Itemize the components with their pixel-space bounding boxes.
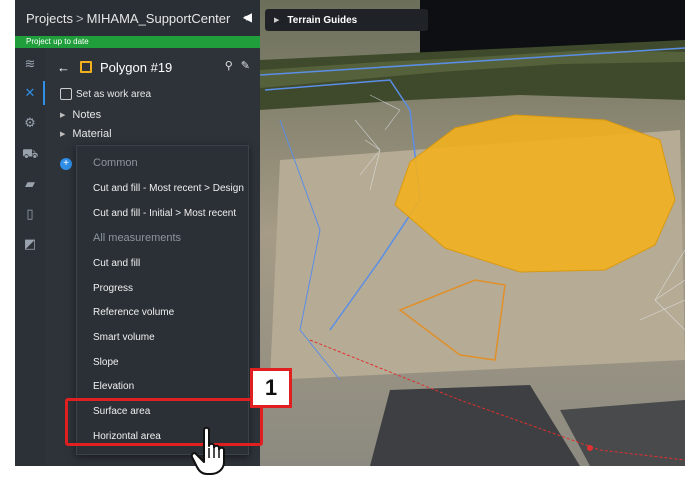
- layers-icon[interactable]: ≋: [22, 56, 38, 72]
- material-label: Material: [72, 128, 112, 140]
- project-header: Projects > MIHAMA_SupportCenter ▼ ◀: [15, 0, 260, 36]
- notes-section[interactable]: ▶ Notes: [60, 109, 101, 121]
- add-measurement-icon[interactable]: +: [60, 158, 72, 170]
- side-rail: ≋ ✕ ⚙ ⛟ ▰ ▯ ◩: [15, 48, 45, 466]
- hand-pointer-icon: [190, 426, 236, 478]
- search-icon[interactable]: ⚲: [225, 59, 233, 72]
- step-number-callout: 1: [250, 368, 292, 408]
- menu-item-cut-and-fill[interactable]: Cut and fill: [93, 258, 140, 269]
- project-name[interactable]: MIHAMA_SupportCenter: [87, 11, 231, 26]
- work-area-option[interactable]: Set as work area: [60, 88, 151, 100]
- menu-group-common: Common: [93, 157, 138, 169]
- measure-tools-icon[interactable]: ✕: [22, 85, 38, 101]
- vehicle-icon[interactable]: ⛟: [22, 146, 38, 162]
- header-tools: ⚲ ✎: [225, 59, 250, 72]
- expand-triangle-icon: ▶: [60, 112, 66, 119]
- folder-icon[interactable]: ▰: [22, 176, 38, 192]
- menu-item-slope[interactable]: Slope: [93, 357, 119, 368]
- menu-group-all: All measurements: [93, 232, 182, 244]
- edit-pencil-icon[interactable]: ✎: [241, 59, 250, 72]
- status-bar: Project up to date: [15, 36, 260, 48]
- terrain-guides-toggle[interactable]: ▶ Terrain Guides: [265, 9, 428, 31]
- menu-item-elevation[interactable]: Elevation: [93, 381, 134, 392]
- menu-item-progress[interactable]: Progress: [93, 283, 133, 294]
- back-arrow-icon[interactable]: ←: [57, 60, 70, 75]
- terrain-guides-label: Terrain Guides: [287, 14, 358, 26]
- map-icon[interactable]: ◩: [22, 236, 38, 252]
- menu-item-reference-volume[interactable]: Reference volume: [93, 307, 174, 318]
- notes-label: Notes: [72, 109, 102, 121]
- panel-header: ← Polygon #19 ⚲ ✎: [45, 56, 260, 78]
- gear-icon[interactable]: ⚙: [22, 115, 38, 131]
- point-cloud-scene: [260, 0, 685, 466]
- expand-triangle-icon: ▶: [274, 17, 280, 24]
- menu-item-cutfill-initial-recent[interactable]: Cut and fill - Initial > Most recent: [93, 208, 236, 219]
- collapse-panel-icon[interactable]: ◀: [243, 10, 252, 24]
- device-icon[interactable]: ▯: [22, 206, 38, 222]
- menu-item-cutfill-recent-design[interactable]: Cut and fill - Most recent > Design: [93, 183, 244, 194]
- work-area-checkbox[interactable]: [60, 88, 72, 100]
- expand-triangle-icon: ▶: [60, 131, 66, 138]
- menu-item-smart-volume[interactable]: Smart volume: [93, 332, 155, 343]
- polygon-icon: [80, 61, 92, 73]
- material-section[interactable]: ▶ Material: [60, 128, 112, 140]
- 3d-viewer[interactable]: [260, 0, 685, 466]
- breadcrumb: Projects > MIHAMA_SupportCenter: [15, 11, 230, 26]
- projects-link[interactable]: Projects: [26, 11, 73, 26]
- page-title: Polygon #19: [100, 59, 173, 75]
- work-area-label: Set as work area: [76, 88, 152, 100]
- breadcrumb-separator: >: [75, 10, 84, 26]
